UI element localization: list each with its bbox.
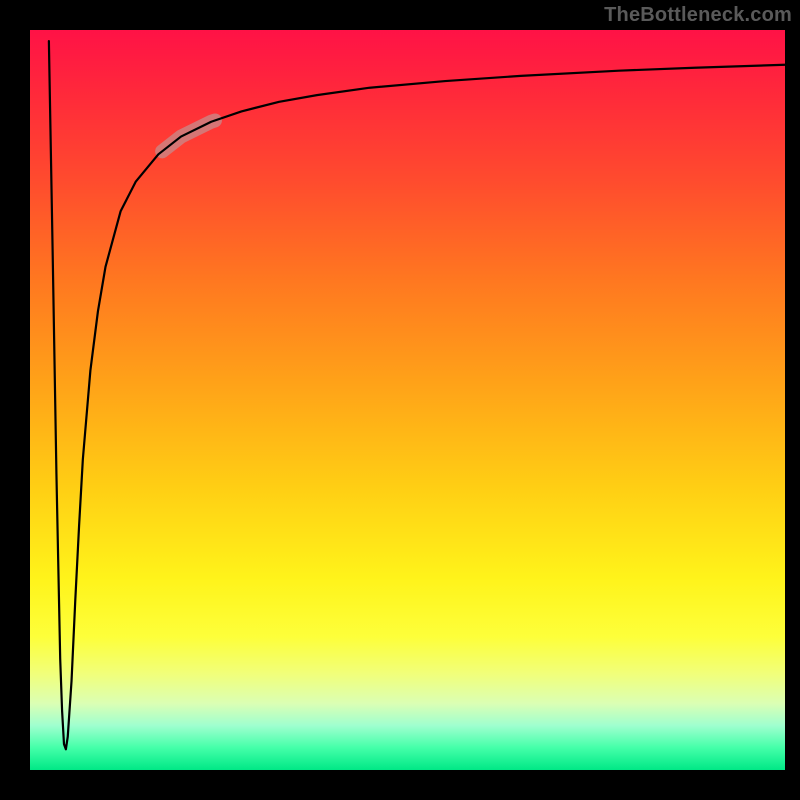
watermark-text: TheBottleneck.com bbox=[604, 4, 792, 27]
chart-frame: TheBottleneck.com bbox=[0, 0, 800, 800]
chart-svg bbox=[30, 30, 785, 770]
curve-highlight bbox=[162, 120, 215, 151]
plot-area bbox=[30, 30, 785, 770]
